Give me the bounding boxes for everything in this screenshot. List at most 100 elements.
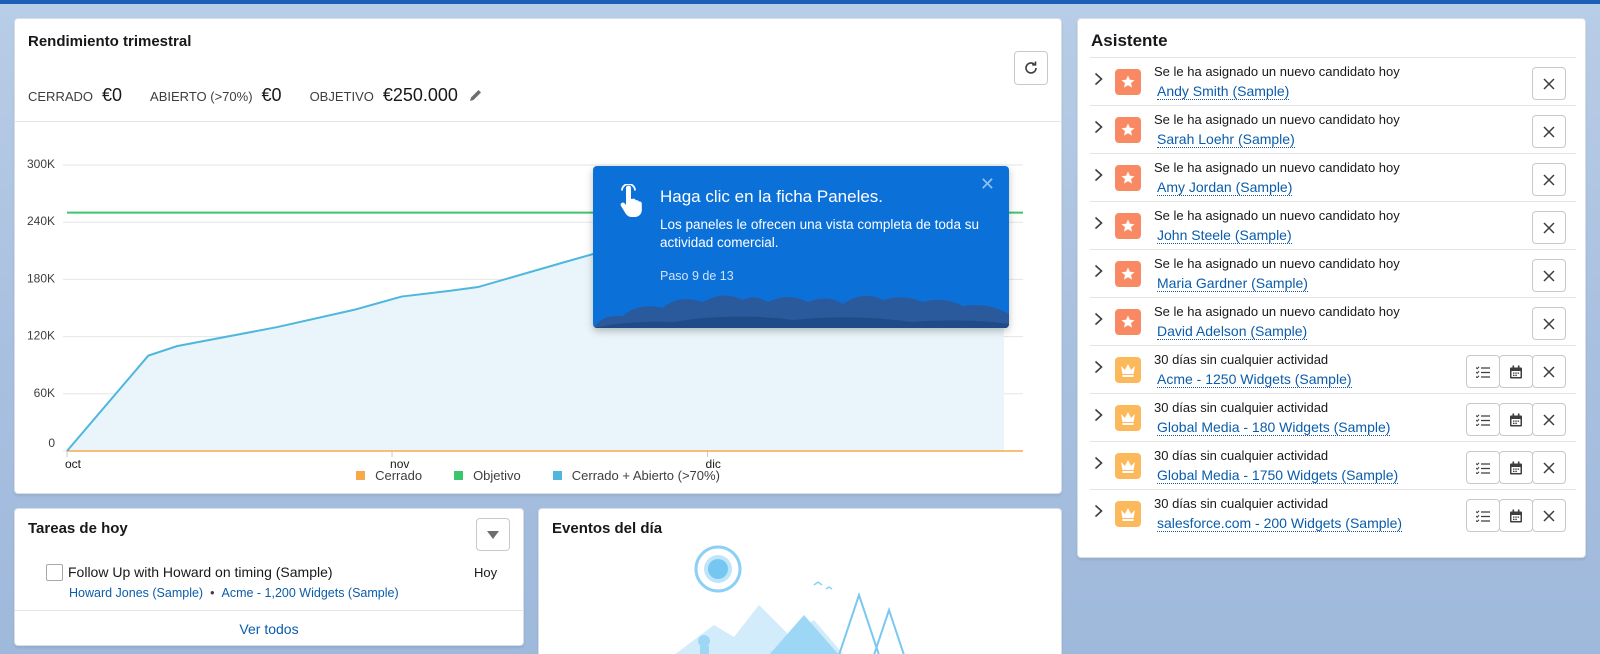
task-list-icon — [1476, 413, 1490, 426]
assistant-item: Se le ha asignado un nuevo candidato hoy… — [1090, 297, 1576, 346]
assistant-record-link[interactable]: Maria Gardner (Sample) — [1157, 275, 1308, 292]
close-icon — [1543, 509, 1555, 522]
assistant-message: Se le ha asignado un nuevo candidato hoy — [1154, 64, 1400, 79]
task-name[interactable]: Follow Up with Howard on timing (Sample) — [68, 564, 333, 580]
assistant-message: Se le ha asignado un nuevo candidato hoy — [1154, 256, 1400, 271]
y-tick-label: 120K — [27, 329, 55, 343]
task-list-icon — [1476, 509, 1490, 522]
calendar-icon — [1510, 509, 1522, 522]
new-event-button[interactable] — [1499, 499, 1533, 532]
expand-chevron-icon[interactable] — [1094, 120, 1103, 137]
legend-item-closed[interactable]: Cerrado — [356, 468, 422, 483]
legend-swatch-closed — [356, 471, 366, 480]
assistant-record-link[interactable]: Acme - 1250 Widgets (Sample) — [1157, 371, 1352, 388]
top-accent-bar — [0, 0, 1600, 4]
dismiss-button[interactable] — [1532, 67, 1566, 100]
metrics-divider — [15, 121, 1061, 122]
expand-chevron-icon[interactable] — [1094, 456, 1103, 473]
new-task-button[interactable] — [1466, 451, 1500, 484]
assistant-item: Se le ha asignado un nuevo candidato hoy… — [1090, 153, 1576, 202]
dismiss-button[interactable] — [1532, 211, 1566, 244]
y-tick-label: 60K — [34, 386, 55, 400]
tasks-menu-button[interactable] — [476, 518, 510, 551]
lead-icon — [1115, 117, 1141, 143]
new-event-button[interactable] — [1499, 403, 1533, 436]
assistant-record-link[interactable]: John Steele (Sample) — [1157, 227, 1292, 244]
dismiss-button[interactable] — [1532, 403, 1566, 436]
legend-item-closed-open[interactable]: Cerrado + Abierto (>70%) — [552, 468, 720, 483]
task-related-link[interactable]: Acme - 1,200 Widgets (Sample) — [221, 586, 398, 600]
assistant-record-link[interactable]: Amy Jordan (Sample) — [1157, 179, 1293, 196]
new-event-button[interactable] — [1499, 355, 1533, 388]
expand-chevron-icon[interactable] — [1094, 264, 1103, 281]
assistant-message: Se le ha asignado un nuevo candidato hoy — [1154, 112, 1400, 127]
tasks-card: Tareas de hoy Follow Up with Howard on t… — [14, 508, 524, 646]
task-links: Howard Jones (Sample) • Acme - 1,200 Widge… — [69, 586, 399, 600]
legend-label-goal: Objetivo — [473, 468, 521, 483]
walkthrough-title: Haga clic en la ficha Paneles. — [660, 187, 884, 206]
expand-chevron-icon[interactable] — [1094, 72, 1103, 89]
dismiss-button[interactable] — [1532, 259, 1566, 292]
assistant-item: 30 días sin cualquier actividad salesforc… — [1090, 489, 1576, 538]
calendar-icon — [1510, 413, 1522, 426]
new-task-button[interactable] — [1466, 403, 1500, 436]
legend-item-goal[interactable]: Objetivo — [454, 468, 521, 483]
events-title: Eventos del día — [552, 520, 663, 537]
expand-chevron-icon[interactable] — [1094, 168, 1103, 185]
assistant-record-link[interactable]: Andy Smith (Sample) — [1157, 83, 1290, 100]
new-event-button[interactable] — [1499, 451, 1533, 484]
close-icon[interactable]: ✕ — [980, 174, 995, 195]
assistant-message: Se le ha asignado un nuevo candidato hoy — [1154, 160, 1400, 175]
assistant-card: Asistente Se le ha asignado un nuevo can… — [1077, 18, 1586, 558]
assistant-item: 30 días sin cualquier actividad Global Me… — [1090, 393, 1576, 442]
expand-chevron-icon[interactable] — [1094, 504, 1103, 521]
walkthrough-popover: Haga clic en la ficha Paneles. Los panel… — [593, 166, 1009, 328]
walkthrough-step: Paso 9 de 13 — [660, 269, 734, 283]
task-list-icon — [1476, 461, 1490, 474]
assistant-item: Se le ha asignado un nuevo candidato hoy… — [1090, 249, 1576, 298]
expand-chevron-icon[interactable] — [1094, 312, 1103, 329]
task-contact-link[interactable]: Howard Jones (Sample) — [69, 586, 203, 600]
new-task-button[interactable] — [1466, 499, 1500, 532]
task-checkbox[interactable] — [46, 564, 63, 581]
chart-legend: Cerrado Objetivo Cerrado + Abierto (>70%… — [15, 468, 1061, 483]
assistant-record-link[interactable]: Global Media - 180 Widgets (Sample) — [1157, 419, 1391, 436]
assistant-record-link[interactable]: David Adelson (Sample) — [1157, 323, 1308, 340]
expand-chevron-icon[interactable] — [1094, 216, 1103, 233]
assistant-record-link[interactable]: Global Media - 1750 Widgets (Sample) — [1157, 467, 1399, 484]
edit-pencil-icon[interactable] — [468, 88, 483, 103]
dismiss-button[interactable] — [1532, 307, 1566, 340]
expand-chevron-icon[interactable] — [1094, 408, 1103, 425]
metric-open-value: €0 — [261, 85, 282, 105]
assistant-item: 30 días sin cualquier actividad Acme - 12… — [1090, 345, 1576, 394]
assistant-record-link[interactable]: salesforce.com - 200 Widgets (Sample) — [1157, 515, 1403, 532]
dismiss-button[interactable] — [1532, 355, 1566, 388]
metric-open-label: ABIERTO (>70%) — [150, 89, 253, 104]
opportunity-icon — [1115, 405, 1141, 431]
new-task-button[interactable] — [1466, 355, 1500, 388]
lead-icon — [1115, 309, 1141, 335]
calendar-icon — [1510, 461, 1522, 474]
view-all-link[interactable]: Ver todos — [15, 610, 523, 646]
chevron-down-icon — [487, 530, 499, 539]
legend-label-closed: Cerrado — [375, 468, 423, 483]
opportunity-icon — [1115, 357, 1141, 383]
refresh-button[interactable] — [1014, 51, 1048, 85]
assistant-message: Se le ha asignado un nuevo candidato hoy — [1154, 304, 1400, 319]
close-icon — [1543, 461, 1555, 474]
expand-chevron-icon[interactable] — [1094, 360, 1103, 377]
dismiss-button[interactable] — [1532, 499, 1566, 532]
events-card: Eventos del día — [538, 508, 1062, 654]
lead-icon — [1115, 69, 1141, 95]
legend-label-closed-open: Cerrado + Abierto (>70%) — [571, 468, 720, 483]
dismiss-button[interactable] — [1532, 163, 1566, 196]
dismiss-button[interactable] — [1532, 115, 1566, 148]
tasks-title: Tareas de hoy — [28, 520, 128, 537]
dismiss-button[interactable] — [1532, 451, 1566, 484]
task-due: Hoy — [474, 565, 498, 580]
metrics-row: CERRADO €0 ABIERTO (>70%) €0 OBJETIVO €2… — [28, 85, 483, 106]
assistant-record-link[interactable]: Sarah Loehr (Sample) — [1157, 131, 1295, 148]
assistant-message: 30 días sin cualquier actividad — [1154, 400, 1329, 415]
opportunity-icon — [1115, 501, 1141, 527]
y-tick-label: 240K — [27, 214, 55, 228]
